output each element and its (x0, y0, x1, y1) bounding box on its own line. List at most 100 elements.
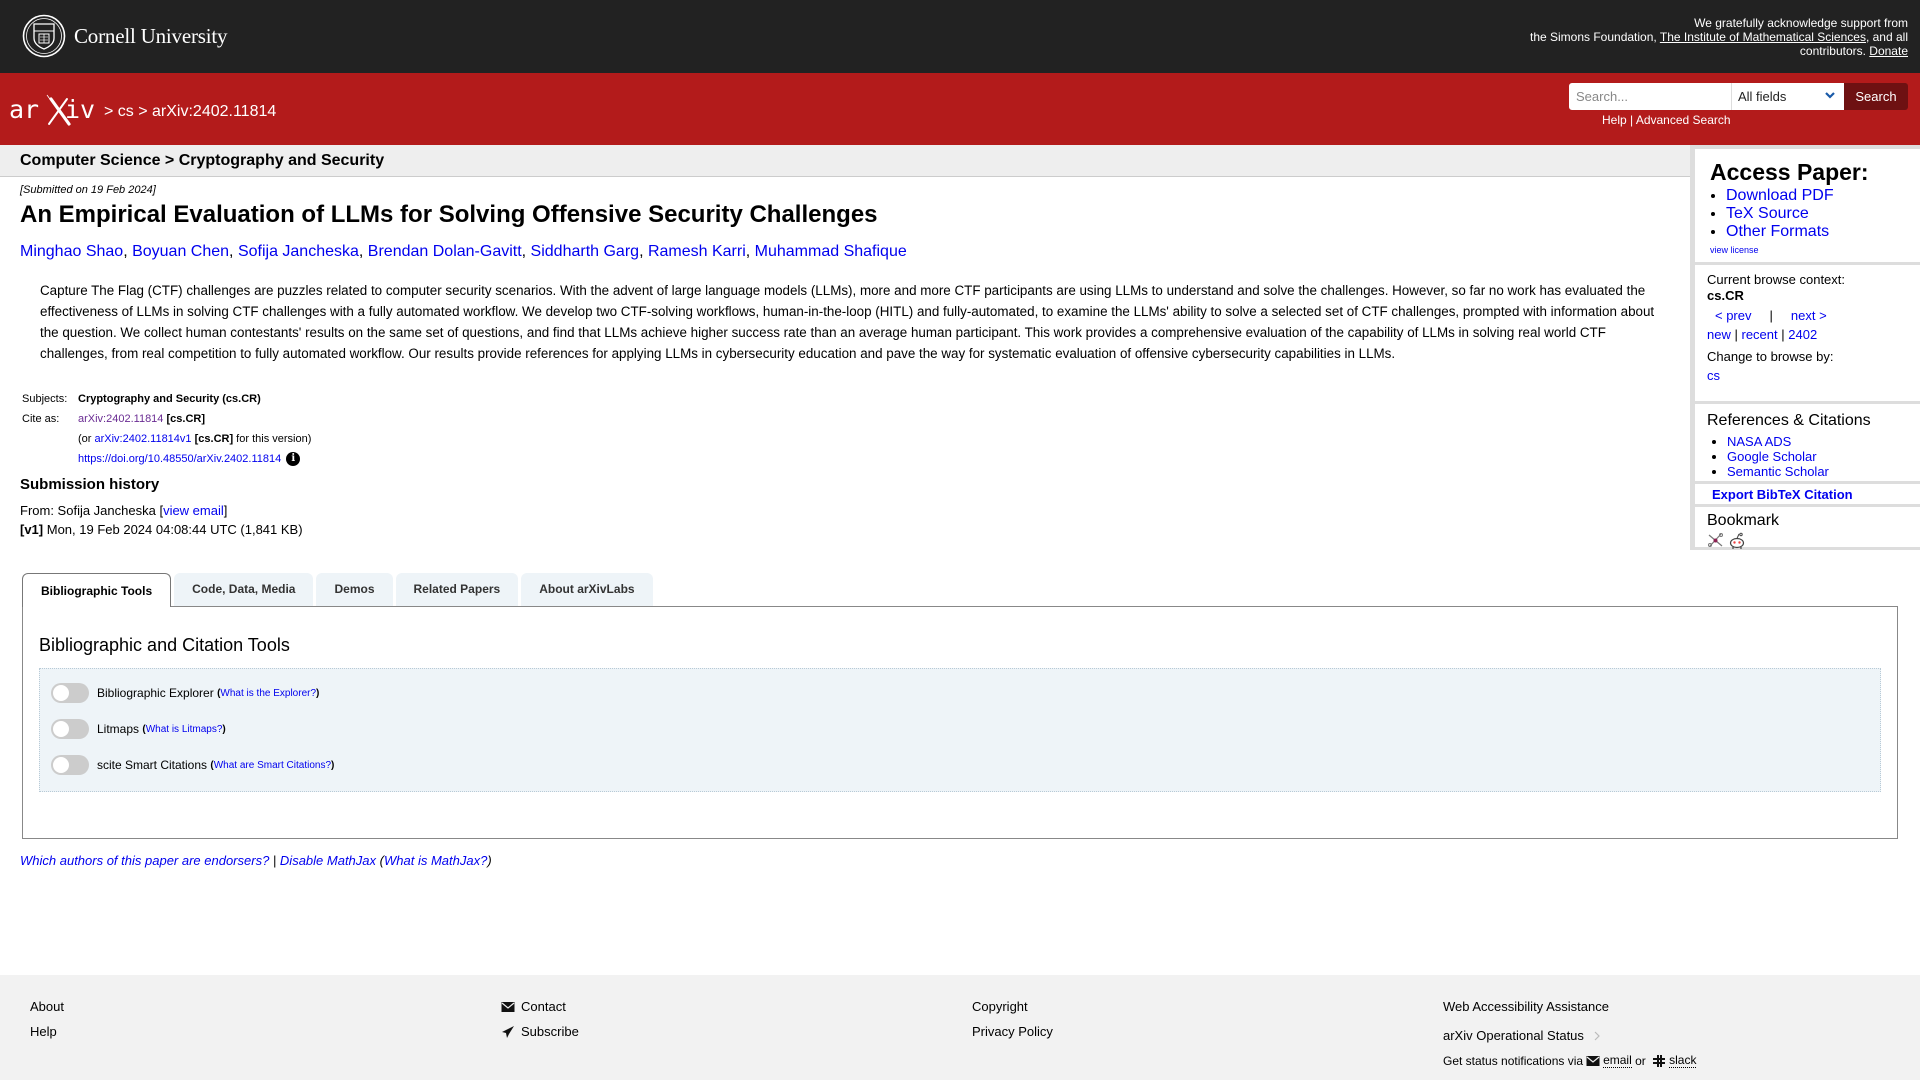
tab-code-data-media[interactable]: Code, Data, Media (174, 573, 314, 606)
other-formats-link[interactable]: Other Formats (1726, 223, 1829, 240)
ims-link[interactable]: The Institute of Mathematical Sciences (1660, 30, 1866, 44)
tool-row-scite: scite Smart Citations (What are Smart Ci… (51, 755, 334, 775)
search-help-links: Help | Advanced Search (1602, 113, 1731, 127)
author-link[interactable]: Minghao Shao (20, 243, 123, 260)
tool-help-link[interactable]: What is the Explorer? (220, 688, 316, 699)
advanced-search-link[interactable]: Advanced Search (1636, 113, 1731, 127)
cite-category: [cs.CR] (166, 413, 205, 425)
disable-mathjax-link[interactable]: Disable MathJax (280, 853, 376, 868)
copyright-link[interactable]: Copyright (972, 999, 1028, 1014)
search-field-select[interactable]: All fields (1731, 83, 1844, 110)
authors: Minghao Shao, Boyuan Chen, Sofija Janche… (20, 243, 907, 260)
status-notifications: Get status notifications via email or sl… (1443, 1048, 1697, 1073)
bottom-links: Which authors of this paper are endorser… (20, 853, 492, 868)
help-footer-link[interactable]: Help (30, 1024, 57, 1039)
about-link[interactable]: About (30, 999, 64, 1014)
tab-related-papers[interactable]: Related Papers (395, 573, 519, 606)
breadcrumb[interactable]: > cs > arXiv:2402.11814 (104, 103, 276, 121)
svg-text:iv: iv (65, 95, 95, 124)
access-paper-box: Access Paper: Download PDF TeX Source Ot… (1695, 149, 1920, 262)
version-suffix: for this version) (233, 433, 312, 445)
author-link[interactable]: Muhammad Shafique (755, 243, 907, 260)
view-email-link[interactable]: view email (163, 503, 224, 518)
search-button[interactable]: Search (1844, 83, 1908, 110)
cite-id-link[interactable]: arXiv:2402.11814 (78, 413, 163, 425)
submission-from: From: Sofija Jancheska [view email] (20, 503, 227, 518)
recent-link[interactable]: recent (1742, 327, 1778, 342)
separator: | (269, 853, 280, 868)
next-link[interactable]: next > (1791, 308, 1827, 323)
contact-link[interactable]: Contact (521, 999, 566, 1014)
sidebar: Access Paper: Download PDF TeX Source Ot… (1690, 145, 1920, 550)
help-link[interactable]: Help (1602, 113, 1627, 127)
tool-help-link[interactable]: What are Smart Citations? (214, 760, 331, 771)
labs-tabs: Bibliographic Tools Code, Data, Media De… (22, 573, 656, 607)
cite-value: arXiv:2402.11814 [cs.CR] (76, 410, 313, 430)
status-or: or (1631, 1053, 1650, 1068)
cite-label: Cite as: (22, 413, 60, 425)
author-link[interactable]: Brendan Dolan-Gavitt (368, 243, 522, 260)
access-paper-title: Access Paper: (1710, 159, 1869, 185)
subscribe-link[interactable]: Subscribe (521, 1024, 579, 1039)
prev-link[interactable]: < prev (1715, 308, 1752, 323)
footer-item: Subscribe (501, 1019, 579, 1044)
footer-item: arXiv Operational Status (1443, 1023, 1696, 1048)
footer-item: Web Accessibility Assistance (1443, 994, 1696, 1019)
separator: | (1769, 308, 1773, 323)
new-link[interactable]: new (1707, 327, 1731, 342)
separator: | (1630, 113, 1634, 127)
endorsers-link[interactable]: Which authors of this paper are endorser… (20, 853, 269, 868)
list-nav: new | recent | 2402 (1707, 327, 1920, 343)
what-is-mathjax-link[interactable]: What is MathJax? (384, 853, 487, 868)
donate-link[interactable]: Donate (1869, 44, 1908, 58)
empty-cell (20, 450, 76, 470)
toggle-knob (53, 757, 69, 773)
doi-link[interactable]: https://doi.org/10.48550/arXiv.2402.1181… (78, 453, 281, 465)
google-scholar-link[interactable]: Google Scholar (1727, 449, 1817, 464)
tab-bibliographic-tools[interactable]: Bibliographic Tools (22, 573, 172, 607)
cornell-logo[interactable]: Cornell University (22, 14, 227, 58)
semantic-scholar-link[interactable]: Semantic Scholar (1727, 464, 1829, 479)
author-link[interactable]: Sofija Jancheska (238, 243, 359, 260)
status-slack-link[interactable]: slack (1669, 1053, 1697, 1068)
reddit-icon[interactable] (1728, 532, 1746, 550)
author-link[interactable]: Ramesh Karri (648, 243, 746, 260)
search-input[interactable] (1569, 83, 1731, 110)
tex-source-link[interactable]: TeX Source (1726, 205, 1809, 222)
litmaps-toggle[interactable] (51, 719, 89, 739)
support-text: the Simons Foundation, (1529, 30, 1660, 44)
version-prefix: (or (78, 433, 95, 445)
operational-status-link[interactable]: arXiv Operational Status (1443, 1028, 1584, 1043)
panel-title: Bibliographic and Citation Tools (39, 635, 290, 655)
version-date: Mon, 19 Feb 2024 04:08:44 UTC (1,841 KB) (43, 522, 303, 537)
download-pdf-link[interactable]: Download PDF (1726, 187, 1834, 204)
version-link[interactable]: arXiv:2402.11814v1 (95, 433, 192, 445)
subjects-label: Subjects: (22, 393, 68, 405)
export-bibtex-link[interactable]: Export BibTeX Citation (1712, 487, 1853, 502)
doi-value: https://doi.org/10.48550/arXiv.2402.1181… (76, 450, 313, 470)
status-email-link[interactable]: email (1603, 1053, 1632, 1068)
scite-toggle[interactable] (51, 755, 89, 775)
month-link[interactable]: 2402 (1788, 327, 1817, 342)
footer-col-4: Web Accessibility Assistance arXiv Opera… (1443, 994, 1697, 1073)
browse-cs-link[interactable]: cs (1707, 368, 1720, 383)
author-link[interactable]: Siddharth Garg (531, 243, 640, 260)
search-form: All fields Search (1569, 83, 1908, 110)
tab-about-arxivlabs[interactable]: About arXivLabs (521, 573, 653, 606)
tab-demos[interactable]: Demos (316, 573, 393, 606)
author-link[interactable]: Boyuan Chen (132, 243, 229, 260)
tool-help-link[interactable]: What is Litmaps? (146, 724, 223, 735)
nasa-ads-link[interactable]: NASA ADS (1727, 434, 1791, 449)
bibliographic-explorer-toggle[interactable] (51, 683, 89, 703)
web-accessibility-link[interactable]: Web Accessibility Assistance (1443, 999, 1609, 1014)
support-line-3: contributors. Donate (1530, 44, 1908, 58)
arxiv-logo[interactable]: ar iv (9, 91, 101, 127)
privacy-policy-link[interactable]: Privacy Policy (972, 1024, 1053, 1039)
paren: ) (222, 723, 226, 735)
envelope-icon (1586, 1055, 1600, 1066)
view-license-link[interactable]: view license (1710, 245, 1920, 255)
reference-item: Semantic Scholar (1727, 464, 1920, 479)
separator: | (1734, 327, 1738, 342)
bibsonomy-icon[interactable] (1707, 532, 1724, 549)
info-icon[interactable]: i (286, 452, 301, 467)
